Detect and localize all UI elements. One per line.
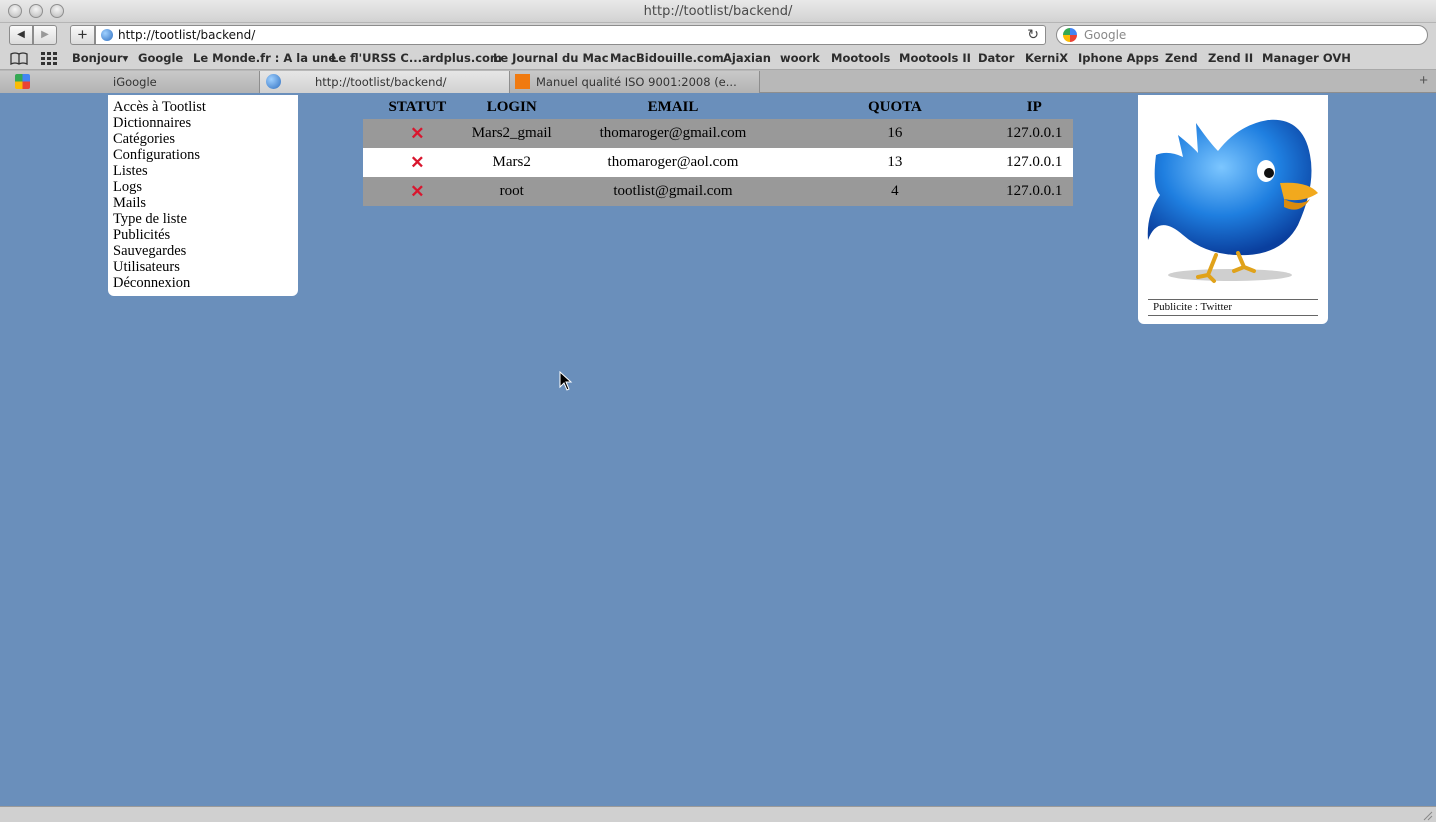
login-cell: Mars2_gmail — [471, 119, 552, 148]
table-row: ✕ Mars2 thomaroger@aol.com 13 127.0.0.1 — [363, 148, 1073, 177]
bookmark-item[interactable]: Zend — [1165, 51, 1198, 65]
table-row: ✕ Mars2_gmail thomaroger@gmail.com 16 12… — [363, 119, 1073, 148]
bookmark-item[interactable]: Google — [138, 51, 183, 65]
google-icon[interactable] — [1063, 28, 1077, 42]
menu-item-type-de-liste[interactable]: Type de liste — [113, 211, 293, 227]
bookmark-item[interactable]: Le Journal du Mac — [493, 51, 609, 65]
ip-cell: 127.0.0.1 — [995, 119, 1073, 148]
menu-item-logs[interactable]: Logs — [113, 179, 293, 195]
tab-igoogle[interactable]: iGoogle — [0, 71, 260, 93]
menu-item-listes[interactable]: Listes — [113, 163, 293, 179]
advertisement-box: Publicite : Twitter — [1138, 95, 1328, 324]
ip-cell: 127.0.0.1 — [995, 177, 1073, 206]
tab-label: http://tootlist/backend/ — [315, 75, 447, 89]
ad-caption[interactable]: Publicite : Twitter — [1148, 299, 1318, 316]
quota-cell: 13 — [794, 148, 996, 177]
ip-cell: 127.0.0.1 — [995, 148, 1073, 177]
back-button[interactable]: ◀ — [9, 25, 33, 45]
bookmark-item[interactable]: KerniX — [1025, 51, 1068, 65]
email-cell: thomaroger@aol.com — [551, 148, 795, 177]
tab-label: Manuel qualité ISO 9001:2008 (e... — [536, 75, 737, 89]
admin-menu: Accès à Tootlist Dictionnaires Catégorie… — [108, 95, 298, 296]
reload-icon[interactable]: ↻ — [1027, 26, 1039, 43]
users-table: STATUT LOGIN EMAIL QUOTA IP ✕ Mars2_gmai… — [363, 96, 1073, 206]
status-x-icon[interactable]: ✕ — [410, 124, 424, 143]
bookmark-item[interactable]: Zend II — [1208, 51, 1253, 65]
bookmarks-bar: Bonjour▾ Google Le Monde.fr : A la une L… — [0, 48, 1436, 70]
menu-item-mails[interactable]: Mails — [113, 195, 293, 211]
tab-manuel-qualite[interactable]: Manuel qualité ISO 9001:2008 (e... — [510, 71, 760, 93]
menu-item-publicites[interactable]: Publicités — [113, 227, 293, 243]
menu-item-sauvegardes[interactable]: Sauvegardes — [113, 243, 293, 259]
tab-label: iGoogle — [113, 75, 157, 89]
resize-grip-icon[interactable] — [1421, 809, 1433, 821]
window-title: http://tootlist/backend/ — [643, 4, 793, 19]
tab-bar: iGoogle http://tootlist/backend/ Manuel … — [0, 70, 1436, 93]
login-cell: root — [471, 177, 552, 206]
menu-item-deconnexion[interactable]: Déconnexion — [113, 275, 293, 291]
bookmark-item[interactable]: Mootools II — [899, 51, 971, 65]
status-bar — [0, 806, 1436, 822]
globe-icon — [101, 29, 113, 41]
menu-item-acces[interactable]: Accès à Tootlist — [113, 99, 293, 115]
status-x-icon[interactable]: ✕ — [410, 153, 424, 172]
reading-list-icon[interactable] — [10, 52, 28, 68]
top-sites-grid-icon[interactable] — [41, 52, 57, 68]
bookmark-item[interactable]: Ajaxian — [723, 51, 771, 65]
menu-item-utilisateurs[interactable]: Utilisateurs — [113, 259, 293, 275]
login-cell: Mars2 — [471, 148, 552, 177]
email-cell: tootlist@gmail.com — [551, 177, 795, 206]
bookmark-item[interactable]: Mootools — [831, 51, 890, 65]
menu-item-categories[interactable]: Catégories — [113, 131, 293, 147]
bookmark-item[interactable]: MacBidouille.com — [610, 51, 724, 65]
address-text[interactable]: http://tootlist/backend/ — [118, 28, 255, 42]
bookmark-item[interactable]: Manager OVH — [1262, 51, 1351, 65]
forward-button[interactable]: ▶ — [33, 25, 57, 45]
column-header-statut: STATUT — [388, 99, 447, 115]
bookmark-item[interactable]: Bonjour▾ — [72, 51, 128, 65]
column-header-login: LOGIN — [486, 99, 537, 115]
search-placeholder: Google — [1084, 28, 1127, 42]
new-tab-icon[interactable]: + — [1419, 72, 1428, 89]
google-favicon-icon — [15, 74, 30, 89]
column-header-email: EMAIL — [647, 99, 699, 115]
bookmark-item[interactable]: Dator — [978, 51, 1014, 65]
quota-cell: 16 — [794, 119, 996, 148]
search-input[interactable]: Google — [1056, 25, 1428, 45]
mouse-cursor-icon — [559, 371, 573, 391]
orange-favicon-icon — [515, 74, 530, 89]
quota-cell: 4 — [794, 177, 996, 206]
email-cell: thomaroger@gmail.com — [551, 119, 795, 148]
address-bar[interactable]: http://tootlist/backend/ ↻ — [95, 25, 1046, 45]
tab-backend[interactable]: http://tootlist/backend/ — [260, 71, 510, 93]
globe-favicon-icon — [266, 74, 281, 89]
bookmark-item[interactable]: Iphone Apps — [1078, 51, 1159, 65]
bookmark-item[interactable]: woork — [780, 51, 820, 65]
status-x-icon[interactable]: ✕ — [410, 182, 424, 201]
bookmark-item[interactable]: Le fl'URSS C...ardplus.com — [331, 51, 502, 65]
table-row: ✕ root tootlist@gmail.com 4 127.0.0.1 — [363, 177, 1073, 206]
add-bookmark-button[interactable]: + — [70, 25, 95, 45]
twitter-bird-icon[interactable] — [1138, 95, 1328, 295]
column-header-quota: QUOTA — [867, 99, 922, 115]
window-titlebar: http://tootlist/backend/ — [0, 0, 1436, 23]
table-header-row: STATUT LOGIN EMAIL QUOTA IP — [363, 96, 1073, 119]
column-header-ip: IP — [1026, 99, 1042, 115]
menu-item-dictionnaires[interactable]: Dictionnaires — [113, 115, 293, 131]
browser-toolbar: ◀ ▶ + http://tootlist/backend/ ↻ Google — [0, 23, 1436, 48]
bookmark-item[interactable]: Le Monde.fr : A la une — [193, 51, 336, 65]
menu-item-configurations[interactable]: Configurations — [113, 147, 293, 163]
